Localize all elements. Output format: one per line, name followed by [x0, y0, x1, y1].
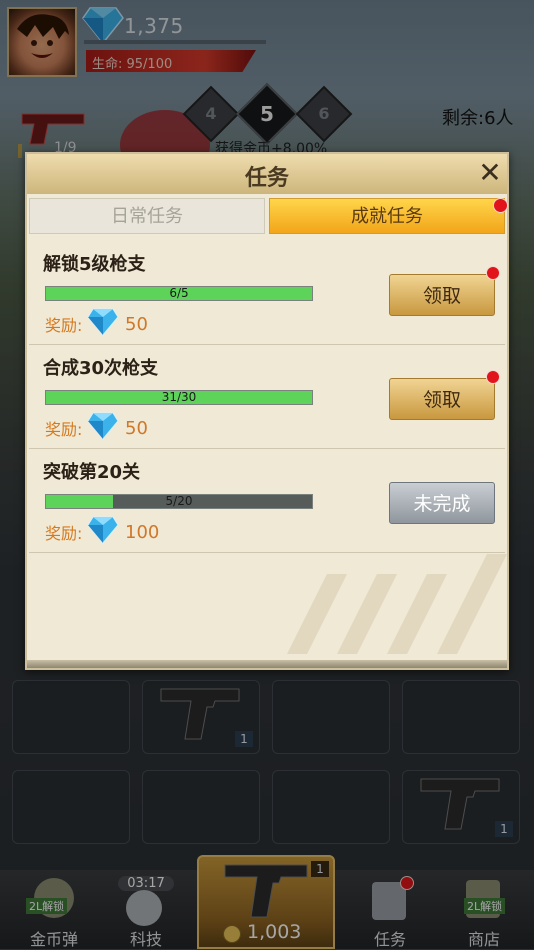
- gem-icon: [87, 412, 119, 440]
- task-name: 合成30次枪支: [43, 358, 159, 379]
- task-progress-bar: 6/5: [45, 286, 313, 301]
- task-progress-text: 31/30: [161, 390, 197, 404]
- reward-label: 奖励:: [45, 524, 83, 543]
- reward-value: 50: [125, 418, 148, 439]
- task-name: 突破第20关: [43, 462, 141, 483]
- dialog-footer: [27, 660, 507, 668]
- task-progress-bar: 31/30: [45, 390, 313, 405]
- close-icon[interactable]: ✕: [475, 158, 505, 188]
- task-name: 解锁5级枪支: [43, 254, 146, 275]
- gem-icon: [87, 516, 119, 544]
- tab-achievement-tasks[interactable]: 成就任务: [269, 198, 505, 234]
- claim-button[interactable]: 领取: [389, 274, 495, 316]
- reward-value: 50: [125, 314, 148, 335]
- claim-button[interactable]: 领取: [389, 378, 495, 420]
- incomplete-button[interactable]: 未完成: [389, 482, 495, 524]
- reward-label: 奖励:: [45, 420, 83, 439]
- dialog-title: 任务: [244, 166, 289, 191]
- task-progress-bar: 5/20: [45, 494, 313, 509]
- task-progress-text: 6/5: [169, 286, 189, 300]
- task-row: 解锁5级枪支 6/5 奖励: 50 领取: [29, 240, 505, 345]
- decorative-stripes: [287, 554, 507, 654]
- task-dialog: 任务 ✕ 日常任务 成就任务 解锁5级枪支 6/5 奖励: 50 领取 合成30…: [25, 152, 509, 670]
- claim-alert-dot: [486, 370, 500, 384]
- gem-icon: [87, 308, 119, 336]
- tab-alert-dot: [493, 198, 508, 213]
- task-row: 合成30次枪支 31/30 奖励: 50 领取: [29, 344, 505, 449]
- reward-value: 100: [125, 522, 160, 543]
- claim-alert-dot: [486, 266, 500, 280]
- tab-daily-tasks[interactable]: 日常任务: [29, 198, 265, 234]
- task-progress-text: 5/20: [165, 494, 193, 508]
- reward-label: 奖励:: [45, 316, 83, 335]
